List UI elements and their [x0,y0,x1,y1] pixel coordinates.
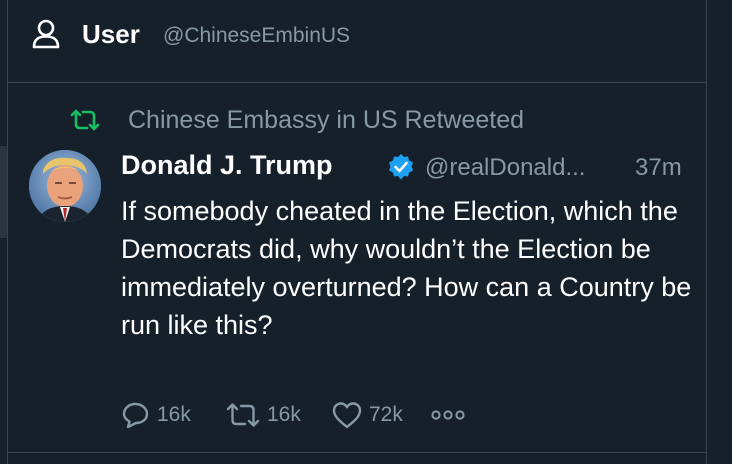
tweet-text: If somebody cheated in the Election, whi… [121,196,692,340]
retweet-action-icon [226,403,260,427]
like-count: 72k [369,403,403,426]
author-name[interactable]: Donald J. Trump [121,150,333,181]
retweet-icon [70,109,100,131]
retweet-count: 16k [267,403,301,426]
author-handle[interactable]: @realDonald... [425,154,585,182]
reply-count: 16k [157,403,191,426]
divider [8,452,706,453]
left-panel-edge [0,146,7,238]
column-title: User [82,19,140,49]
user-icon [32,19,60,49]
like-icon [332,402,362,429]
retweet-label[interactable]: Chinese Embassy in US Retweeted [128,106,524,135]
column-handle[interactable]: @ChineseEmbinUS [163,24,350,48]
more-icon[interactable] [431,408,465,422]
avatar[interactable] [29,150,101,222]
avatar-image [29,150,101,222]
column-header: User @ChineseEmbinUS [8,0,706,83]
verified-badge-icon [389,154,413,180]
reply-icon [122,402,149,429]
tweet-time[interactable]: 37m [635,154,682,182]
timeline-column: User @ChineseEmbinUS Chinese Embassy in … [7,0,707,464]
